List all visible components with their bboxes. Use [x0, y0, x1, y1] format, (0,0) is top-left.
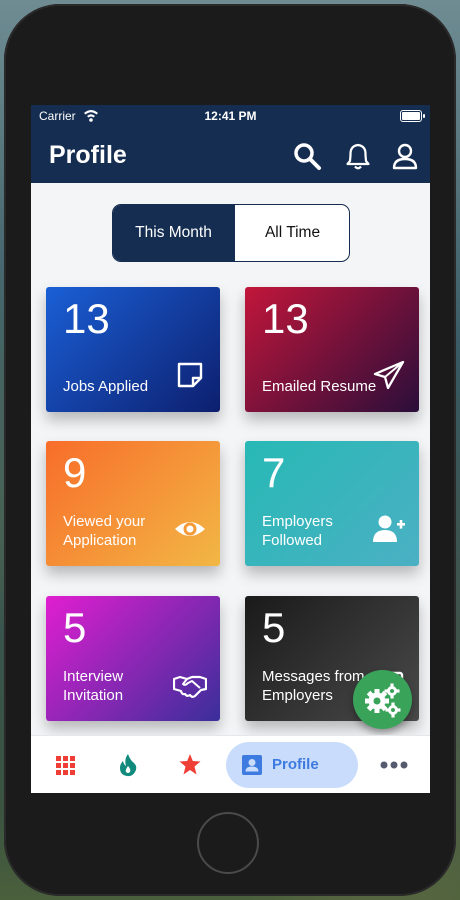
- user-icon[interactable]: [390, 141, 420, 171]
- nav-item-more[interactable]: [374, 736, 414, 793]
- profile-icon: [242, 755, 262, 775]
- search-icon[interactable]: [292, 141, 322, 171]
- card-value: 9: [63, 449, 87, 496]
- card-emailed-resume[interactable]: 13 Emailed Resume: [245, 287, 419, 412]
- tab-this-month[interactable]: This Month: [113, 205, 234, 261]
- star-icon: [179, 754, 201, 775]
- settings-fab[interactable]: [353, 670, 412, 729]
- paper-plane-icon: [373, 360, 405, 390]
- note-icon: [177, 362, 203, 388]
- nav-item-profile[interactable]: Profile: [226, 742, 358, 788]
- card-value: 7: [262, 449, 286, 496]
- nav-item-trending[interactable]: [107, 736, 149, 793]
- clock: 12:41 PM: [204, 109, 257, 123]
- tab-all-time[interactable]: All Time: [234, 205, 349, 261]
- more-icon: [380, 761, 408, 769]
- card-jobs-applied[interactable]: 13 Jobs Applied: [46, 287, 220, 412]
- nav-item-favorites[interactable]: [169, 736, 211, 793]
- gears-icon: [365, 683, 401, 718]
- grid-icon: [56, 756, 75, 775]
- handshake-icon: [173, 675, 207, 698]
- card-label: Interview Invitation: [63, 668, 124, 704]
- card-interview-invitation[interactable]: 5 Interview Invitation: [46, 596, 220, 721]
- bottom-nav: Profile: [31, 735, 430, 793]
- home-button[interactable]: [197, 812, 259, 874]
- card-label: Employers Followed: [262, 513, 333, 549]
- eye-icon: [175, 522, 205, 536]
- card-label: Jobs Applied: [63, 378, 149, 395]
- card-viewed-application[interactable]: 9 Viewed your Application: [46, 441, 220, 566]
- app-header: Profile: [31, 127, 430, 183]
- card-value: 5: [262, 604, 286, 651]
- nav-profile-label: Profile: [272, 756, 319, 773]
- status-bar: Carrier 12:41 PM: [31, 105, 430, 127]
- bell-icon[interactable]: [343, 141, 373, 171]
- user-plus-icon: [373, 515, 405, 542]
- flame-icon: [120, 754, 137, 777]
- app-screen: Carrier 12:41 PM Profile This Month All …: [31, 105, 430, 793]
- card-value: 13: [63, 295, 110, 342]
- card-label: Emailed Resume: [262, 378, 377, 395]
- period-toggle: This Month All Time: [112, 204, 350, 262]
- page-title: Profile: [49, 141, 127, 169]
- card-employers-followed[interactable]: 7 Employers Followed: [245, 441, 419, 566]
- card-label: Viewed your Application: [63, 513, 146, 549]
- nav-item-grid[interactable]: [45, 736, 87, 793]
- battery-icon: [400, 110, 425, 122]
- card-value: 5: [63, 604, 87, 651]
- card-value: 13: [262, 295, 309, 342]
